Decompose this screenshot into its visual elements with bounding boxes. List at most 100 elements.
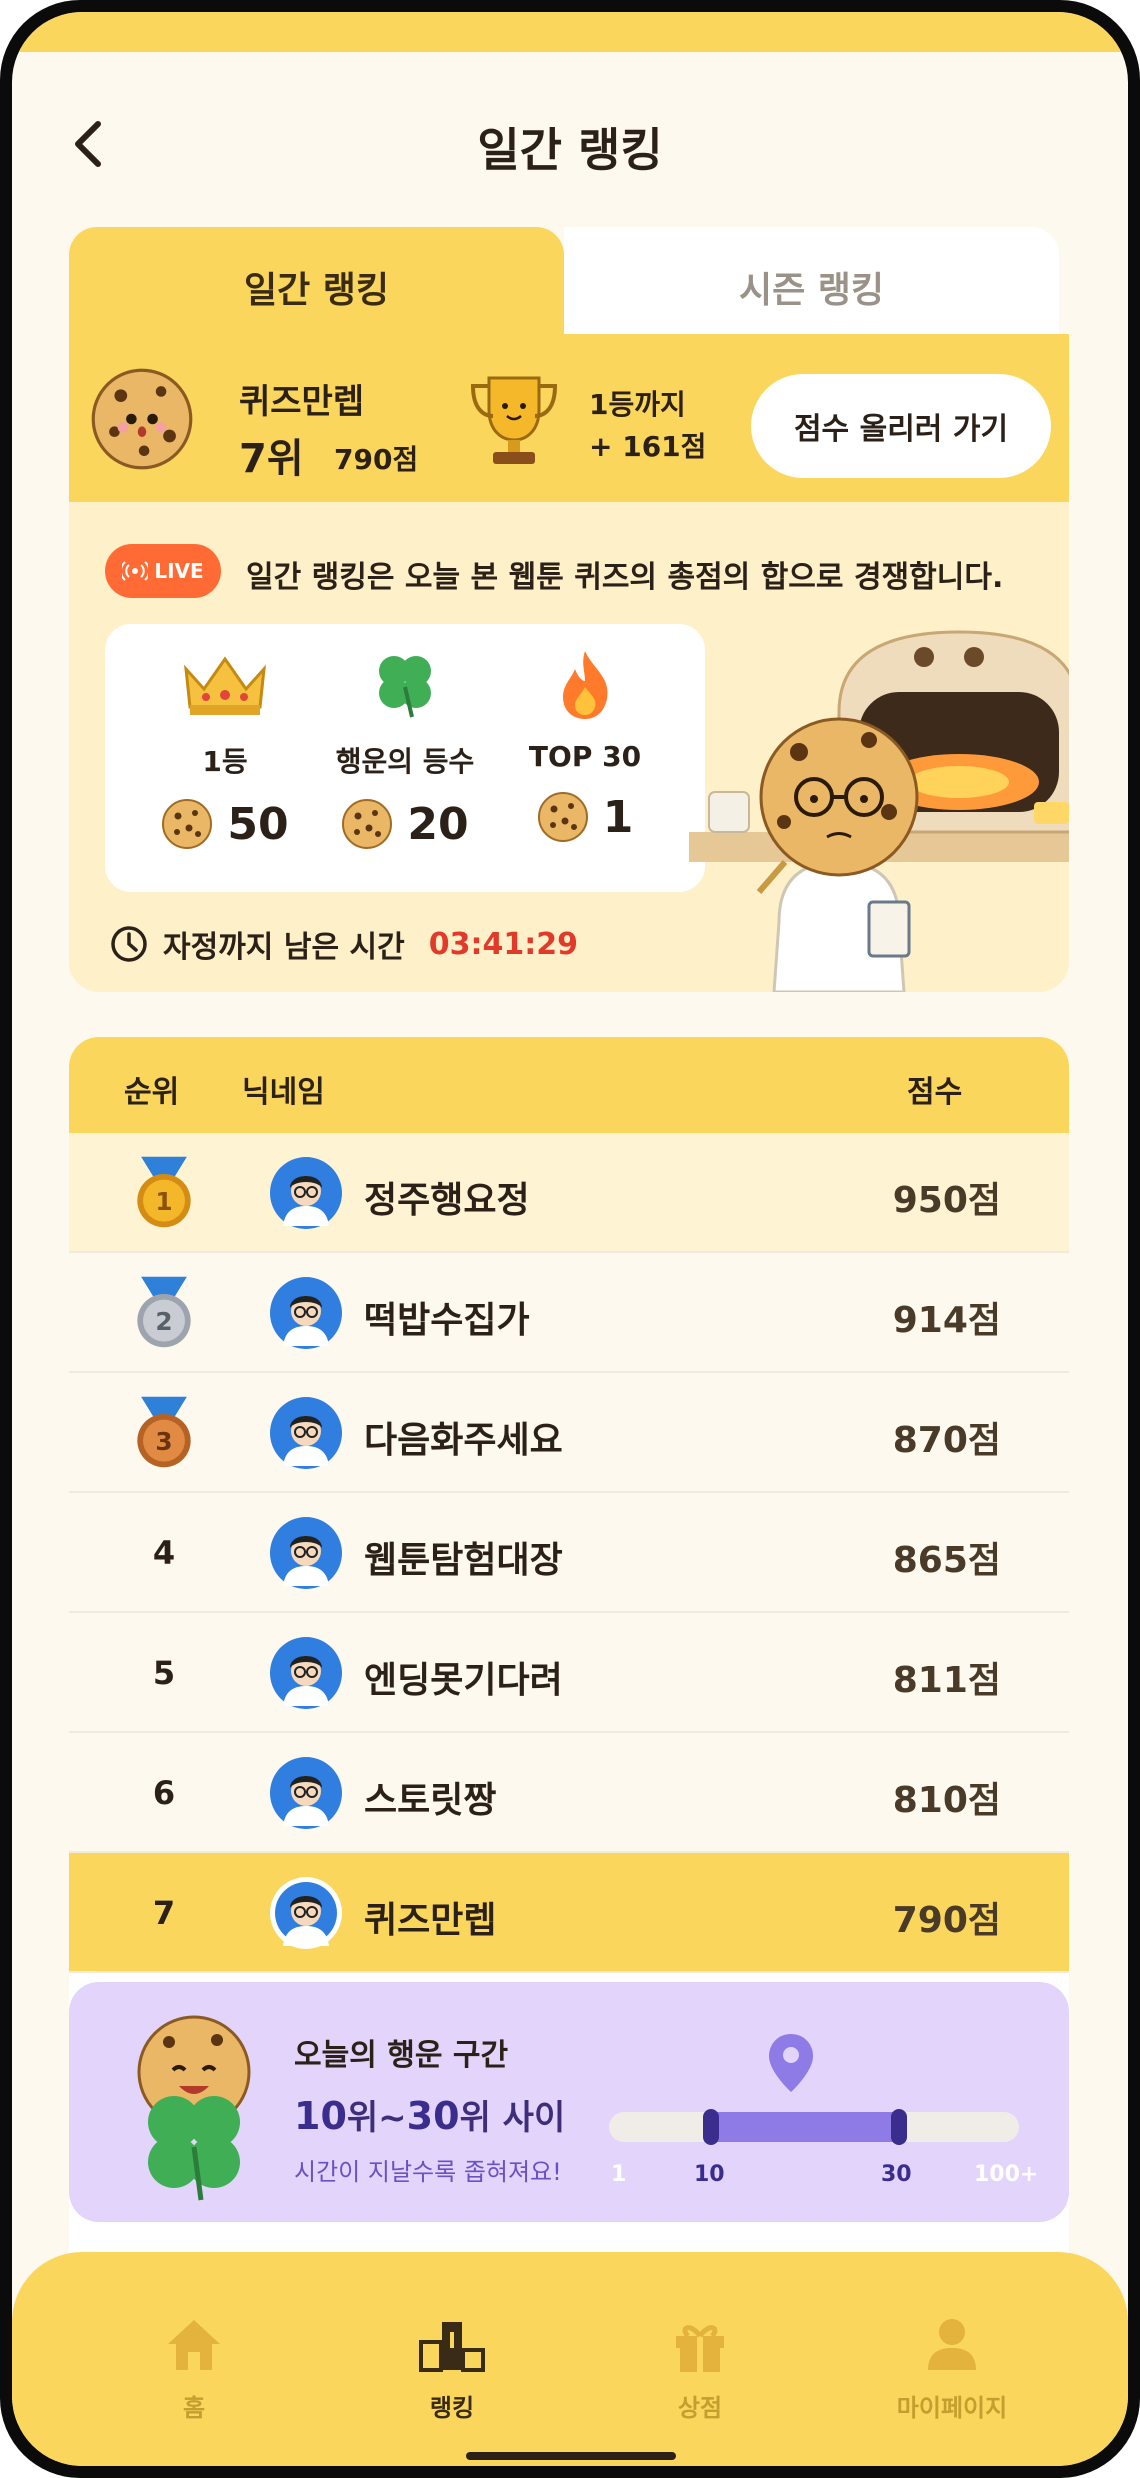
tick-1: 1 [611, 2162, 627, 2187]
score: 810점 [892, 1780, 1001, 1821]
reward-first-label: 1등 [202, 745, 248, 778]
score: 865점 [892, 1540, 1001, 1581]
nickname: 엔딩못기다려 [364, 1660, 563, 1701]
table-row[interactable]: 1 정주행요정 950점 [69, 1133, 1069, 1253]
avatar [270, 1277, 342, 1349]
my-score: 790점 [334, 443, 419, 476]
score: 914점 [892, 1300, 1001, 1341]
person-icon [928, 2319, 976, 2370]
gold-medal-icon: 1 [137, 1156, 191, 1228]
tick-30: 30 [881, 2162, 912, 2187]
bottom-nav: 홈 랭킹 상점 마이페이지 [12, 2252, 1128, 2466]
table-row[interactable]: 3 다음화주세요 870점 [69, 1373, 1069, 1493]
trophy-icon [470, 376, 558, 464]
page-title: 일간 랭킹 [477, 123, 663, 177]
avatar [270, 1517, 342, 1589]
nav-home[interactable]: 홈 [94, 2312, 294, 2423]
clock-icon [111, 926, 147, 962]
nickname: 다음화주세요 [364, 1420, 563, 1461]
range-start-knob [703, 2109, 719, 2145]
my-ranking-row[interactable]: 7 퀴즈만렙 790점 [69, 1853, 1069, 1973]
ranking-tabs: 일간 랭킹 시즌 랭킹 [69, 227, 1069, 347]
reward-lucky-value: 20 [407, 798, 469, 850]
location-pin-icon [769, 2034, 813, 2092]
nav-mypage-label: 마이페이지 [896, 2394, 1008, 2422]
nickname: 정주행요정 [364, 1180, 530, 1221]
cookie-icon [342, 799, 393, 849]
range-end-knob [891, 2109, 907, 2145]
ranking-info-panel: LIVE 일간 랭킹은 오늘 본 웹툰 퀴즈의 총점의 합으로 경쟁합니다. 1… [69, 502, 1069, 992]
live-label: LIVE [154, 559, 204, 583]
avatar [270, 1397, 342, 1469]
reward-top30-value: 1 [602, 791, 634, 843]
medal-rank-number: 2 [155, 1307, 172, 1336]
countdown-label: 자정까지 남은 시간 [163, 930, 405, 965]
rank-cell: 1 [124, 1133, 204, 1253]
nickname: 스토릿짱 [364, 1780, 497, 1821]
gap-points: + 161점 [589, 430, 707, 463]
silver-medal-icon: 2 [137, 1276, 191, 1348]
score: 790점 [892, 1900, 1001, 1941]
score: 811점 [892, 1660, 1001, 1701]
tick-10: 10 [694, 2162, 725, 2187]
nickname: 웹툰탐험대장 [364, 1540, 563, 1581]
countdown: 자정까지 남은 시간 03:41:29 [109, 922, 578, 966]
lucky-range-mid: 위~ [346, 2098, 407, 2138]
avatar [270, 1757, 342, 1829]
lucky-range: 10위~30위 사이 [294, 2090, 565, 2139]
table-header: 순위 닉네임 점수 [69, 1037, 1069, 1133]
nav-shop[interactable]: 상점 [600, 2312, 800, 2423]
gap-label: 1등까지 [589, 388, 686, 421]
avatar [270, 1877, 342, 1949]
table-row[interactable]: 5 엔딩못기다려 811점 [69, 1613, 1069, 1733]
rank-cell: 3 [124, 1373, 204, 1493]
avatar [270, 1157, 342, 1229]
podium-icon [419, 2322, 485, 2372]
header-score: 점수 [907, 1075, 963, 1110]
avatar [270, 1637, 342, 1709]
cookie-mascot-icon [91, 368, 193, 470]
home-icon [168, 2320, 220, 2370]
tab-daily-ranking[interactable]: 일간 랭킹 [69, 227, 564, 347]
crown-icon [184, 656, 266, 715]
tick-100-plus: 100+ [974, 2162, 1039, 2187]
my-status-panel: 퀴즈만렙 7위 790점 1등까지 + 161점 점수 올리러 가기 [69, 334, 1069, 502]
gap-to-first: 1등까지 + 161점 [589, 384, 706, 468]
lucky-range-card: 오늘의 행운 구간 10위~30위 사이 시간이 지날수록 좁혀져요! 1 10… [69, 1982, 1069, 2222]
reward-card: 1등 50 행운의 등수 20 TOP 30 1 [105, 624, 705, 892]
fire-icon [563, 651, 608, 719]
table-row[interactable]: 2 떡밥수집가 914점 [69, 1253, 1069, 1373]
lucky-range-suffix: 위 사이 [459, 2098, 566, 2138]
reward-top30: TOP 30 1 [495, 644, 675, 843]
cookie-icon [162, 799, 213, 849]
lucky-range-fill [709, 2112, 899, 2142]
cookie-icon [537, 792, 588, 842]
score: 870점 [892, 1420, 1001, 1461]
raise-score-button[interactable]: 점수 올리러 가기 [751, 374, 1051, 478]
my-nickname: 퀴즈만렙 [239, 382, 365, 422]
nav-home-label: 홈 [182, 2394, 206, 2422]
lucky-title: 오늘의 행운 구간 [294, 2038, 509, 2073]
tab-season-ranking[interactable]: 시즌 랭킹 [564, 227, 1059, 347]
nav-ranking[interactable]: 랭킹 [352, 2312, 552, 2423]
table-row[interactable]: 6 스토릿짱 810점 [69, 1733, 1069, 1853]
lucky-range-to: 30 [406, 2094, 460, 2138]
header-rank: 순위 [124, 1075, 180, 1110]
reward-first-value: 50 [227, 798, 289, 850]
medal-rank-number: 3 [155, 1427, 172, 1456]
device-frame: 일간 랭킹 일간 랭킹 시즌 랭킹 퀴즈만렙 7위 790점 1등까지 + 16… [0, 0, 1140, 2478]
cookie-clover-mascot-icon [137, 2015, 251, 2201]
live-badge: LIVE [105, 544, 221, 598]
status-strip [12, 12, 1128, 52]
nav-mypage[interactable]: 마이페이지 [852, 2312, 1052, 2423]
table-row[interactable]: 4 웹툰탐험대장 865점 [69, 1493, 1069, 1613]
rank-cell: 6 [152, 1774, 176, 1812]
nickname: 떡밥수집가 [364, 1300, 530, 1341]
gift-icon [676, 2325, 724, 2372]
app-screen: 일간 랭킹 일간 랭킹 시즌 랭킹 퀴즈만렙 7위 790점 1등까지 + 16… [12, 12, 1128, 2466]
medal-rank-number: 1 [155, 1187, 172, 1216]
countdown-value: 03:41:29 [428, 926, 578, 962]
bronze-medal-icon: 3 [137, 1396, 191, 1468]
rank-cell: 5 [152, 1654, 176, 1692]
rank-cell: 4 [152, 1534, 176, 1572]
